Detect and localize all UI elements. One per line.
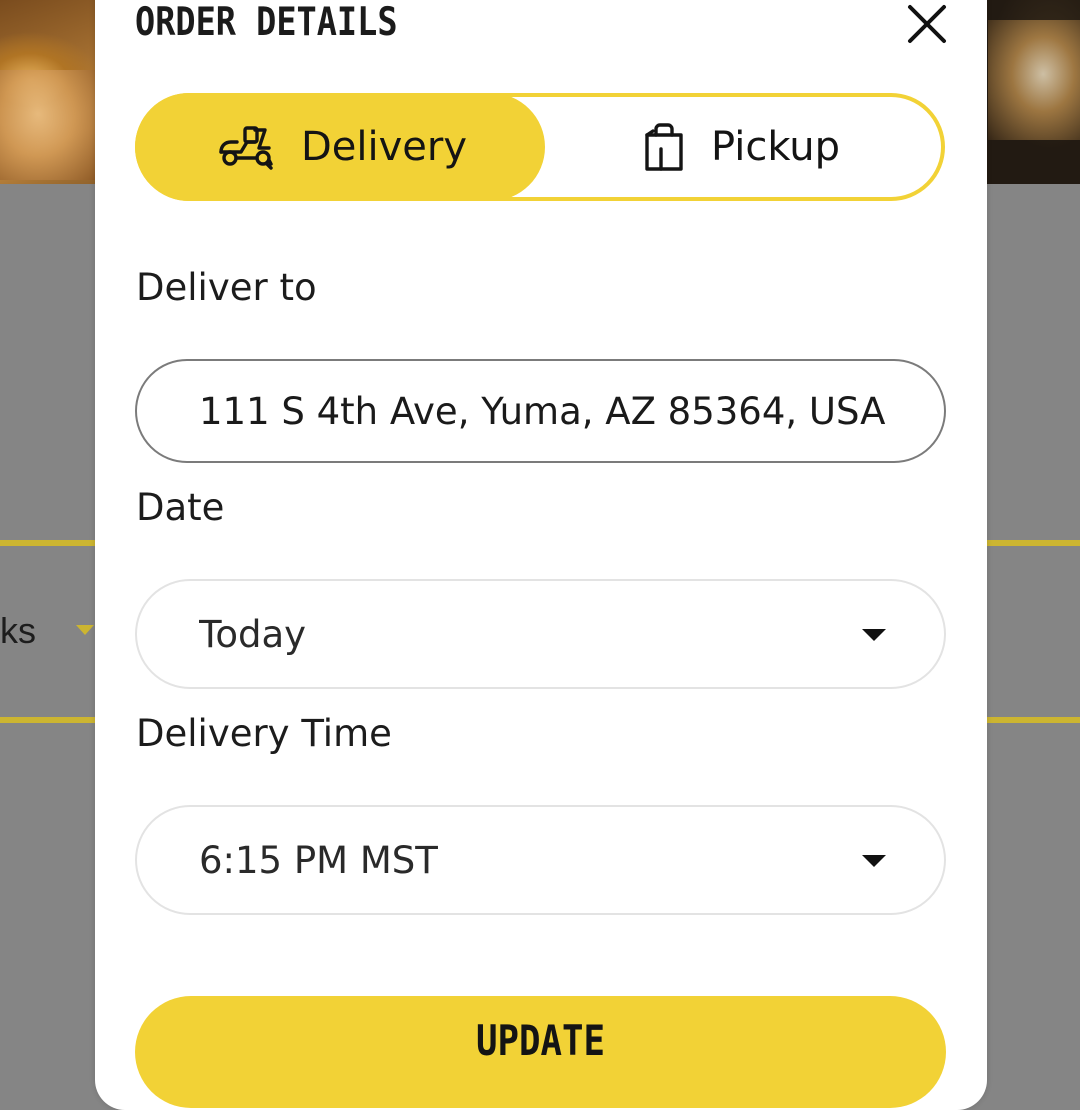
delivery-address-input[interactable]: 111 S 4th Ave, Yuma, AZ 85364, USA	[135, 359, 946, 463]
delivery-time-select[interactable]: 6:15 PM MST	[135, 805, 946, 915]
close-icon	[908, 5, 946, 43]
pickup-option-label: Pickup	[711, 124, 841, 170]
background-photo-detail	[0, 70, 95, 180]
chevron-down-icon	[862, 855, 886, 867]
close-button[interactable]	[901, 0, 953, 50]
delivery-option-label: Delivery	[301, 124, 468, 170]
order-mode-toggle: Delivery Pickup	[135, 93, 945, 201]
delivery-time-label: Delivery Time	[136, 712, 392, 755]
deliver-to-label: Deliver to	[136, 266, 317, 309]
modal-title: ORDER DETAILS	[135, 0, 398, 45]
date-select[interactable]: Today	[135, 579, 946, 689]
order-details-modal: ORDER DETAILS Delivery Pickup Deliver to…	[95, 0, 987, 1110]
delivery-time-select-value: 6:15 PM MST	[199, 838, 438, 882]
background-menu-label: ks	[0, 610, 36, 651]
chevron-down-icon	[862, 629, 886, 641]
date-label: Date	[136, 486, 225, 529]
delivery-address-value: 111 S 4th Ave, Yuma, AZ 85364, USA	[199, 389, 886, 433]
background-photo-detail	[988, 20, 1080, 140]
scooter-icon	[219, 126, 273, 170]
pickup-option[interactable]: Pickup	[643, 93, 840, 201]
update-button[interactable]: UPDATE	[135, 996, 946, 1108]
delivery-option[interactable]: Delivery	[217, 93, 467, 201]
update-button-label: UPDATE	[476, 1016, 605, 1065]
date-select-value: Today	[199, 612, 307, 656]
background-caret-icon	[76, 625, 94, 635]
shopping-bag-icon	[645, 123, 683, 171]
